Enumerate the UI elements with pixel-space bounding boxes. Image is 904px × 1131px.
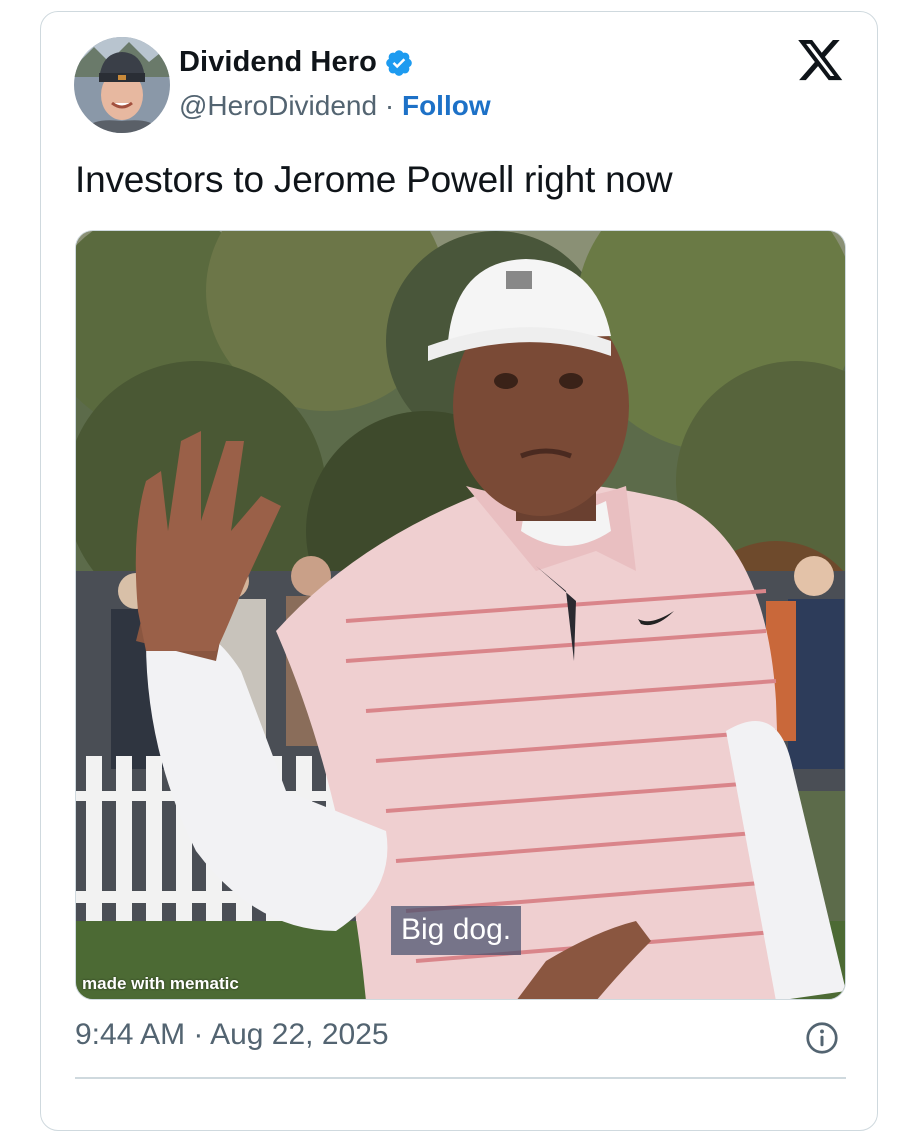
tweet-media-video[interactable] [75,230,846,1000]
mematic-watermark: made with mematic [82,974,239,993]
avatar[interactable] [74,37,170,133]
follow-button[interactable]: Follow [402,90,491,121]
tweet-timestamp[interactable]: 9:44 AM · Aug 22, 2025 [75,1018,389,1052]
verified-badge-icon [384,48,414,78]
author-name-row: Dividend Hero [179,46,414,79]
author-handle[interactable]: @HeroDividend [179,90,377,121]
info-icon[interactable] [804,1020,840,1056]
tweet-text: Investors to Jerome Powell right now [75,159,673,200]
video-caption: Big dog. [391,906,522,955]
separator-dot: · [384,90,402,121]
author-handle-row: @HeroDividend · Follow [179,90,491,122]
divider [75,1077,846,1079]
author-name[interactable]: Dividend Hero [179,46,377,79]
x-logo-icon[interactable] [798,40,844,82]
